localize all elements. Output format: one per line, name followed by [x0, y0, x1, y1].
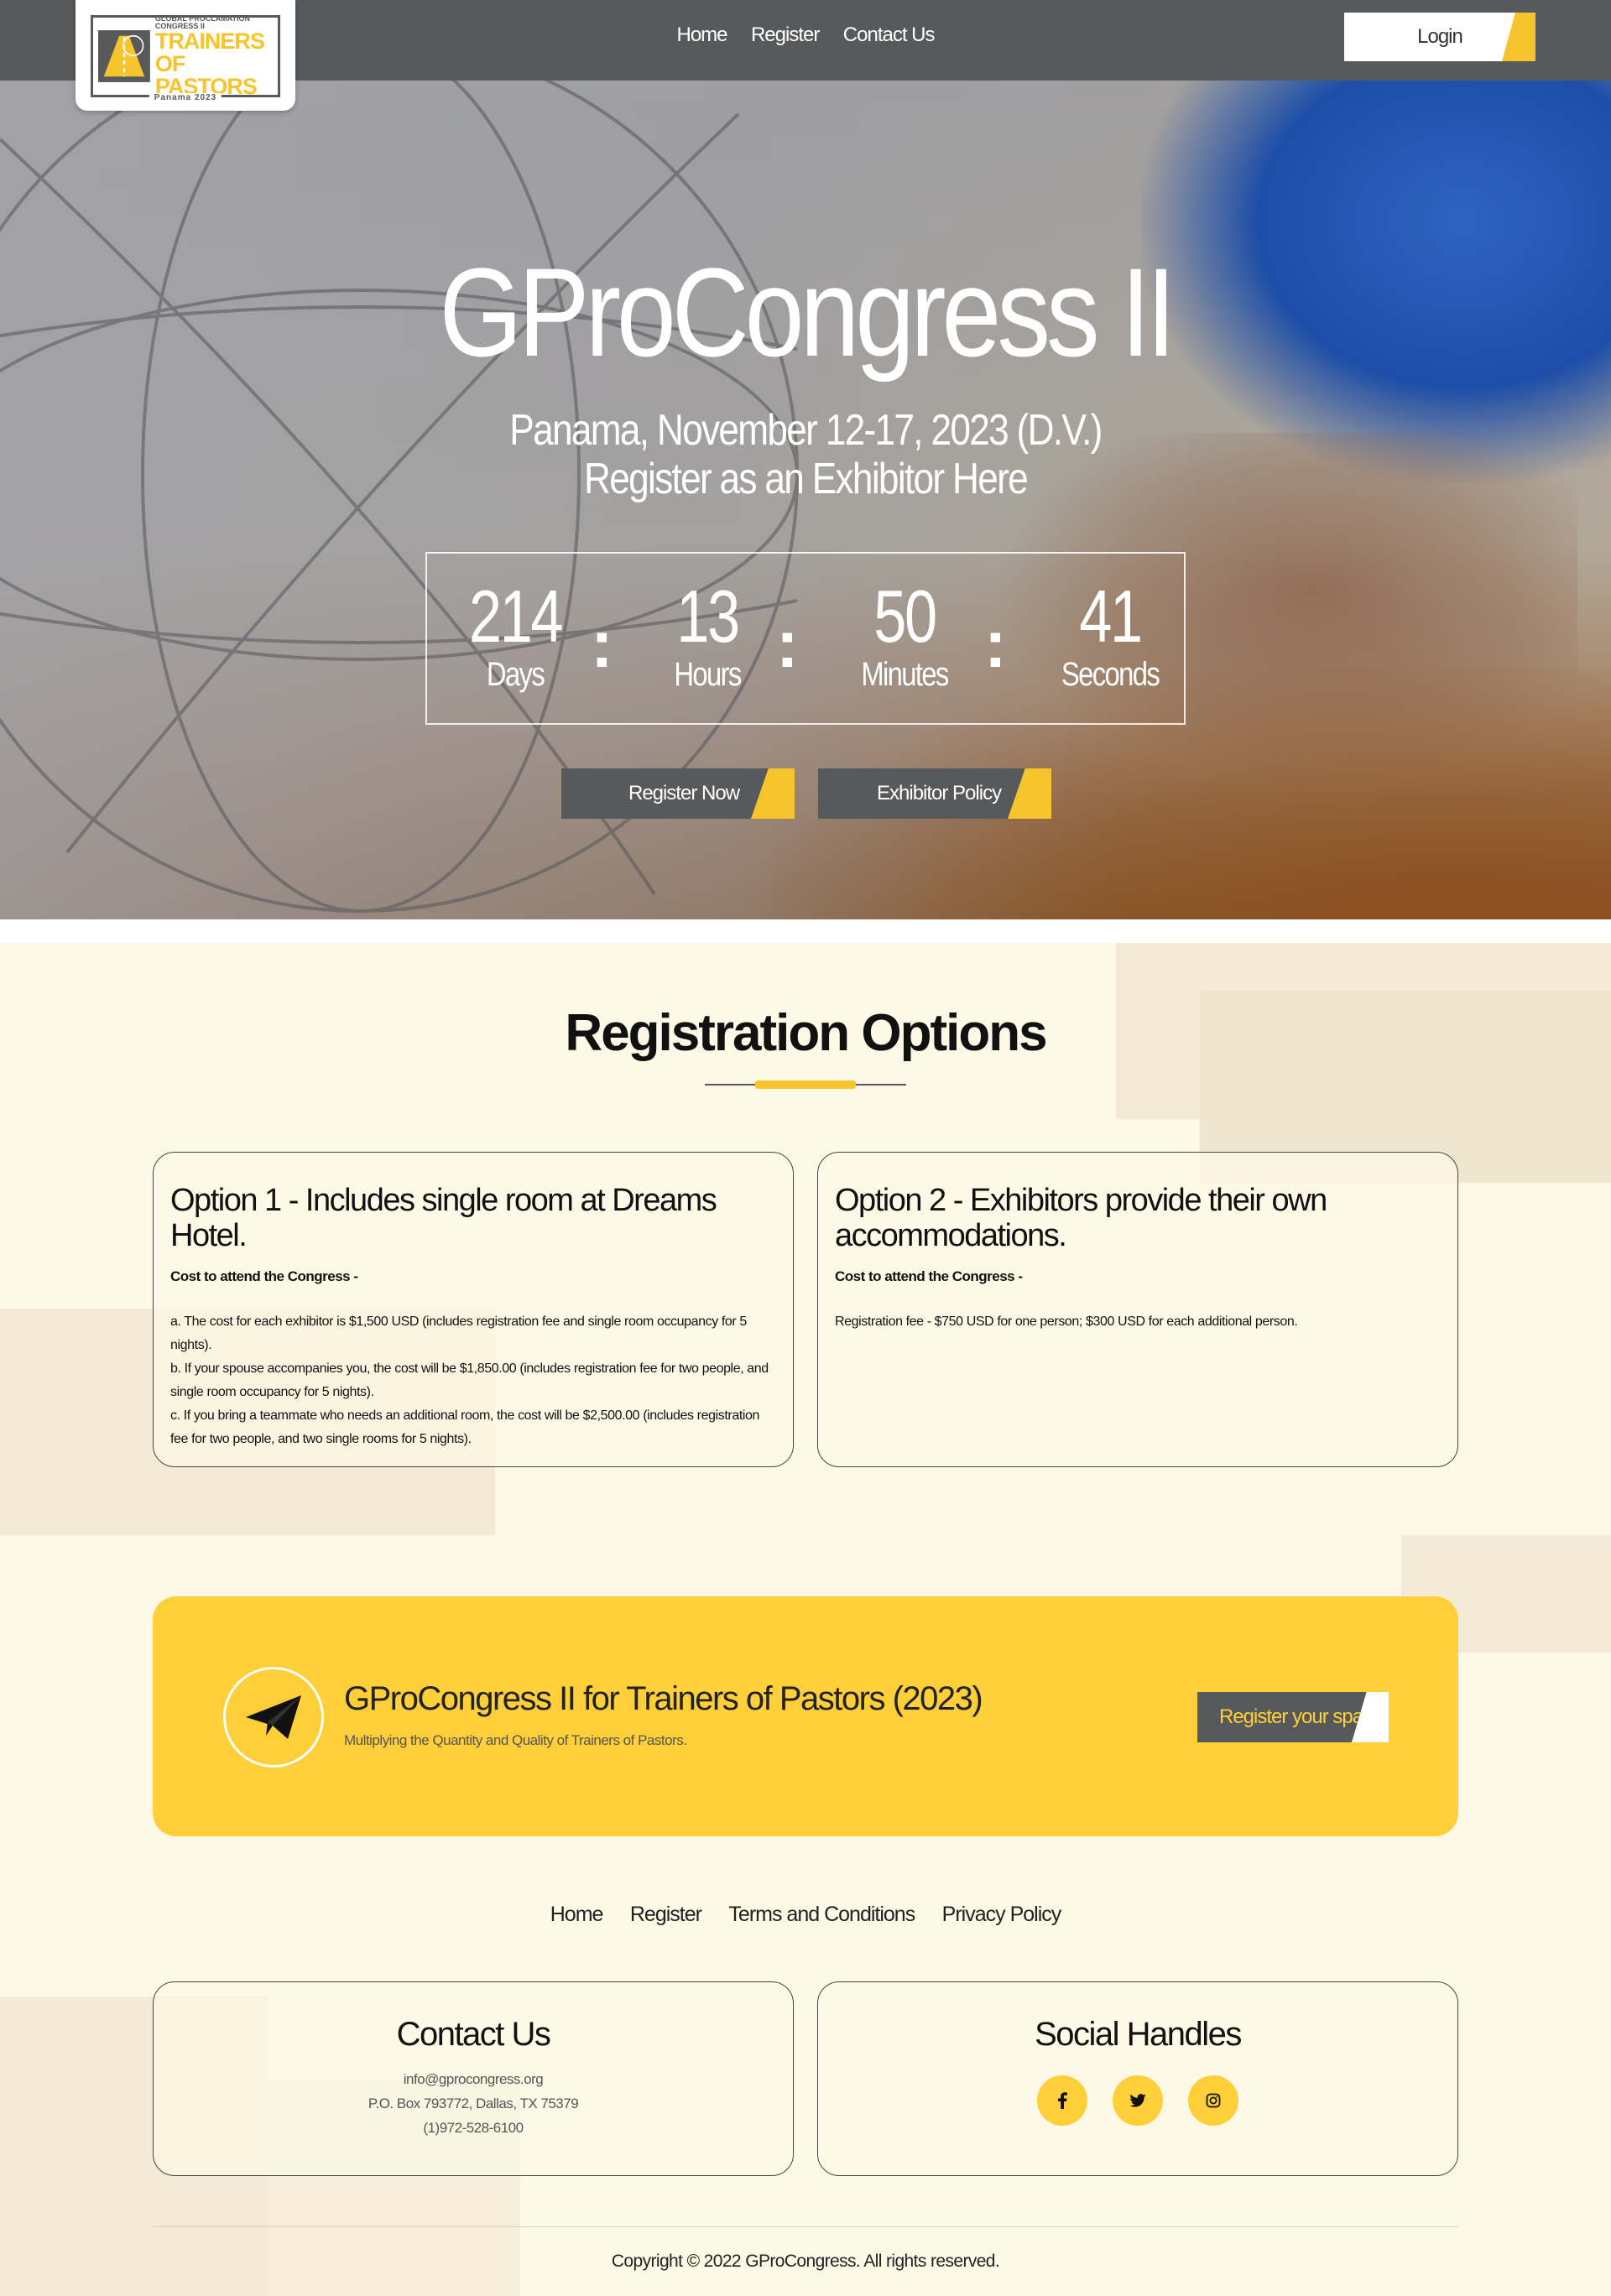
hero-section: GProCongress II Panama, November 12-17, …: [0, 81, 1611, 919]
exhibitor-policy-button[interactable]: Exhibitor Policy: [818, 768, 1051, 819]
option-1-card: Option 1 - Includes single room at Dream…: [153, 1152, 794, 1467]
registration-options-title: Registration Options: [565, 1004, 1047, 1062]
countdown-hours: 13 Hours: [640, 579, 774, 694]
contact-title: Contact Us: [396, 2016, 551, 2053]
nav-register-link[interactable]: Register: [751, 23, 820, 46]
option-1-line-c: c. If you bring a teammate who needs an …: [170, 1408, 760, 1446]
register-space-button[interactable]: Register your space: [1197, 1692, 1389, 1742]
countdown-days-value: 214: [468, 575, 564, 658]
countdown-separator: :: [591, 607, 613, 681]
option-1-heading: Option 1 - Includes single room at Dream…: [170, 1183, 717, 1253]
hero-date-line: Panama, November 12-17, 2023 (D.V.): [509, 406, 1103, 455]
countdown-minutes-label: Minutes: [861, 656, 949, 693]
option-2-cost-label: Cost to attend the Congress -: [835, 1268, 1023, 1284]
countdown-hours-value: 13: [676, 575, 740, 658]
cta-subtitle: Multiplying the Quantity and Quality of …: [344, 1732, 687, 1748]
footer-home-link[interactable]: Home: [550, 1903, 604, 1926]
option-2-heading: Option 2 - Exhibitors provide their own …: [835, 1183, 1327, 1253]
countdown-minutes: 50 Minutes: [837, 579, 972, 694]
countdown-hours-label: Hours: [674, 656, 742, 693]
instagram-icon[interactable]: [1188, 2075, 1238, 2126]
social-card: Social Handles: [817, 1981, 1458, 2176]
hero-divider: [0, 919, 1611, 943]
register-now-button[interactable]: Register Now: [561, 768, 795, 819]
login-button[interactable]: Login: [1344, 13, 1535, 61]
contact-phone[interactable]: (1)972-528-6100: [154, 2116, 793, 2140]
register-now-label: Register Now: [628, 782, 740, 804]
copyright-text: Copyright © 2022 GProCongress. All right…: [611, 2252, 1000, 2271]
option-1-cost-label: Cost to attend the Congress -: [170, 1268, 358, 1284]
contact-email[interactable]: info@gprocongress.org: [154, 2067, 793, 2091]
hero-title: GProCongress II: [439, 242, 1176, 383]
countdown-days-label: Days: [486, 656, 545, 693]
cta-title: GProCongress II for Trainers of Pastors …: [344, 1680, 983, 1717]
footer-privacy-link[interactable]: Privacy Policy: [942, 1903, 1062, 1926]
hero-subtitle: Panama, November 12-17, 2023 (D.V.) Regi…: [121, 406, 1490, 503]
countdown-days: 214 Days: [448, 579, 582, 694]
site-logo[interactable]: GLOBAL PROCLAMATION CONGRESS II TRAINERS…: [76, 0, 295, 111]
register-space-label: Register your space: [1219, 1705, 1383, 1728]
social-icons-row: [818, 2075, 1457, 2126]
login-button-label: Login: [1417, 25, 1463, 48]
option-2-fee: Registration fee - $750 USD for one pers…: [835, 1315, 1298, 1329]
option-1-line-b: b. If your spouse accompanies you, the c…: [170, 1361, 769, 1399]
twitter-icon[interactable]: [1113, 2075, 1163, 2126]
nav-home-link[interactable]: Home: [676, 23, 727, 46]
countdown-separator: :: [984, 607, 1007, 681]
footer-register-link[interactable]: Register: [630, 1903, 702, 1926]
countdown-seconds: 41 Seconds: [1043, 579, 1177, 694]
footer-divider: [153, 2226, 1458, 2227]
register-cta-banner: GProCongress II for Trainers of Pastors …: [153, 1596, 1458, 1836]
countdown-seconds-label: Seconds: [1061, 656, 1160, 693]
footer-nav: Home Register Terms and Conditions Priva…: [0, 1903, 1611, 1927]
option-1-line-a: a. The cost for each exhibitor is $1,500…: [170, 1315, 747, 1352]
social-title: Social Handles: [1035, 2016, 1242, 2053]
hero-exhibitor-line: Register as an Exhibitor Here: [583, 455, 1029, 503]
countdown-seconds-value: 41: [1079, 575, 1143, 658]
countdown-separator: :: [776, 607, 799, 681]
footer-terms-link[interactable]: Terms and Conditions: [728, 1903, 915, 1926]
contact-address: P.O. Box 793772, Dallas, TX 75379: [368, 2096, 579, 2111]
countdown-timer: 214 Days : 13 Hours : 50 Minutes : 41 Se…: [425, 552, 1186, 725]
logo-footer-text: Panama 2023: [149, 93, 222, 102]
exhibitor-policy-label: Exhibitor Policy: [877, 782, 1002, 804]
top-navbar: GLOBAL PROCLAMATION CONGRESS II TRAINERS…: [0, 0, 1611, 111]
contact-card: Contact Us info@gprocongress.org P.O. Bo…: [153, 1981, 794, 2176]
title-accent-bar: [755, 1080, 856, 1089]
option-2-card: Option 2 - Exhibitors provide their own …: [817, 1152, 1458, 1467]
countdown-minutes-value: 50: [873, 575, 937, 658]
paper-plane-icon: [223, 1667, 324, 1768]
facebook-icon[interactable]: [1037, 2075, 1087, 2126]
nav-contact-link[interactable]: Contact Us: [843, 23, 936, 46]
